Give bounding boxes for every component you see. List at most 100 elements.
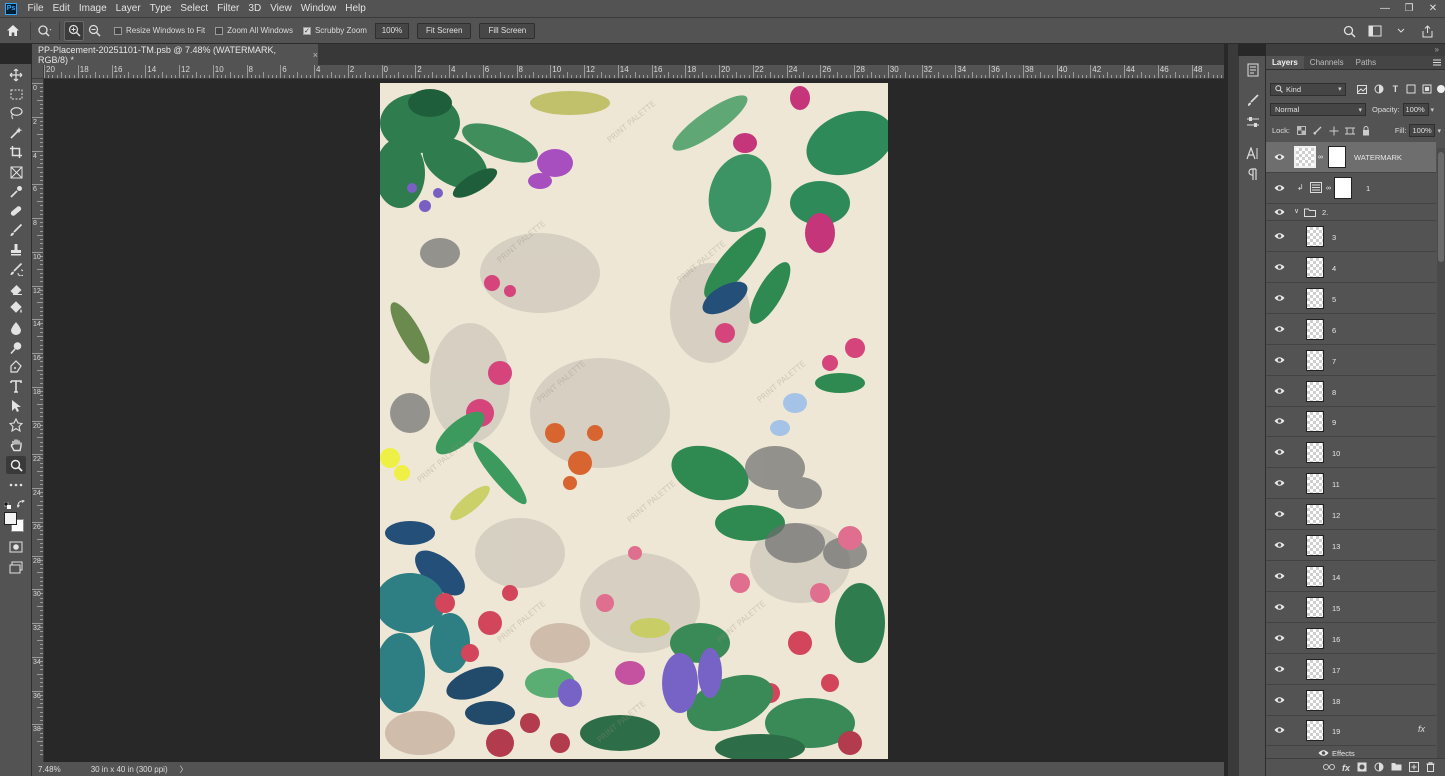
document-canvas[interactable]: PRINT PALETTE PRINT PALETTE PRINT PALETT… xyxy=(380,83,888,759)
canvas-area[interactable]: PRINT PALETTE PRINT PALETTE PRINT PALETT… xyxy=(44,79,1224,762)
close-window-icon[interactable]: ✕ xyxy=(1421,0,1445,18)
add-layer-style-icon[interactable]: fx xyxy=(1342,763,1350,773)
filter-adjustment-icon[interactable] xyxy=(1371,79,1387,99)
paint-bucket-tool-icon[interactable] xyxy=(6,299,26,317)
menu-file[interactable]: File xyxy=(23,3,48,14)
search-icon[interactable] xyxy=(1339,21,1359,41)
move-tool-icon[interactable] xyxy=(6,66,26,84)
status-menu-arrow-icon[interactable]: 〉 xyxy=(180,764,188,775)
opacity-field[interactable]: 100% xyxy=(1402,103,1429,116)
layer-row[interactable]: 15 xyxy=(1266,592,1436,623)
menu-3d[interactable]: 3D xyxy=(244,3,266,14)
visibility-eye-icon[interactable] xyxy=(1273,478,1285,488)
visibility-eye-icon[interactable] xyxy=(1273,262,1285,272)
menu-view[interactable]: View xyxy=(266,3,297,14)
hand-tool-icon[interactable] xyxy=(6,436,26,454)
layer-row[interactable]: 19 fx xyxy=(1266,715,1436,747)
scrollbar-thumb[interactable] xyxy=(1438,152,1444,262)
eyedropper-tool-icon[interactable] xyxy=(6,183,26,201)
restore-icon[interactable]: ❐ xyxy=(1397,0,1421,18)
layer-row[interactable]: 12 xyxy=(1266,499,1436,531)
chain-link-icon[interactable]: ∞ xyxy=(1326,185,1331,192)
layers-scrollbar[interactable] xyxy=(1437,148,1445,758)
home-icon[interactable] xyxy=(0,18,26,44)
filter-toggle-icon[interactable] xyxy=(1437,85,1445,93)
layer-row[interactable]: 4 xyxy=(1266,252,1436,283)
visibility-eye-icon[interactable] xyxy=(1273,509,1285,519)
tab-paths[interactable]: Paths xyxy=(1350,55,1382,69)
horizontal-ruler[interactable]: 20 18 16 14 12 10 8 6 4 2 0 2 4 6 8 10 12 14 16 18 20 22 24 26 2… xyxy=(44,65,1224,79)
status-zoom[interactable]: 7.48% xyxy=(38,765,61,774)
menu-window[interactable]: Window xyxy=(296,3,341,14)
vertical-ruler[interactable]: 0 2 4 6 8 10 12 14 16 18 20 22 24 26 28 30 32 34 36 38 xyxy=(32,79,44,762)
layer-row-watermark[interactable]: ∞ WATERMARK xyxy=(1266,142,1436,173)
menu-image[interactable]: Image xyxy=(74,3,111,14)
lock-position-icon[interactable] xyxy=(1326,121,1342,141)
layer-row[interactable]: 17 xyxy=(1266,654,1436,685)
more-tools-icon[interactable] xyxy=(6,476,26,494)
opacity-chevron-icon[interactable]: ▾ xyxy=(1431,106,1435,114)
history-brush-tool-icon[interactable] xyxy=(6,260,26,278)
zoom-out-icon[interactable] xyxy=(84,21,104,41)
visibility-eye-icon[interactable] xyxy=(1273,293,1285,303)
filter-type-icon[interactable]: T xyxy=(1387,79,1403,99)
filter-pixel-icon[interactable] xyxy=(1352,79,1372,99)
menu-layer[interactable]: Layer xyxy=(111,3,145,14)
frame-tool-icon[interactable] xyxy=(6,163,26,181)
custom-shape-tool-icon[interactable] xyxy=(6,416,26,434)
visibility-eye-icon[interactable] xyxy=(1273,231,1285,241)
lock-transparency-icon[interactable] xyxy=(1294,121,1310,141)
layer-row[interactable]: 16 xyxy=(1266,623,1436,654)
layer-row[interactable]: 7 xyxy=(1266,345,1436,376)
fill-field[interactable]: 100% xyxy=(1409,124,1436,137)
close-tab-icon[interactable]: × xyxy=(313,50,318,60)
share-icon[interactable] xyxy=(1417,21,1437,41)
default-colors-icon[interactable] xyxy=(3,501,11,509)
new-adjustment-icon[interactable] xyxy=(1374,762,1384,774)
filter-shape-icon[interactable] xyxy=(1403,79,1419,99)
menu-select[interactable]: Select xyxy=(176,3,213,14)
fill-screen-button[interactable]: Fill Screen xyxy=(479,22,536,39)
clone-stamp-tool-icon[interactable] xyxy=(6,241,26,259)
layer-row[interactable]: 9 xyxy=(1266,406,1436,438)
visibility-eye-icon[interactable] xyxy=(1273,540,1285,550)
link-layers-icon[interactable] xyxy=(1322,763,1335,773)
lock-pixels-icon[interactable] xyxy=(1310,121,1326,141)
layer-row[interactable]: 18 xyxy=(1266,685,1436,716)
chevron-down-icon[interactable] xyxy=(1391,21,1411,41)
fill-chevron-icon[interactable]: ▾ xyxy=(1437,127,1441,135)
healing-brush-tool-icon[interactable] xyxy=(6,202,26,220)
paragraph-panel-icon[interactable] xyxy=(1245,166,1261,182)
visibility-eye-icon[interactable] xyxy=(1273,416,1285,426)
menu-help[interactable]: Help xyxy=(341,3,371,14)
blur-tool-icon[interactable] xyxy=(6,319,26,337)
visibility-eye-icon[interactable] xyxy=(1273,447,1285,457)
menu-edit[interactable]: Edit xyxy=(48,3,74,14)
lock-artboard-icon[interactable] xyxy=(1342,121,1358,141)
layer-row[interactable]: 3 xyxy=(1266,221,1436,252)
chain-link-icon[interactable]: ∞ xyxy=(1318,154,1323,161)
layer-row[interactable]: 10 xyxy=(1266,437,1436,469)
document-tab[interactable]: PP-Placement-20251101-TM.psb @ 7.48% (WA… xyxy=(32,44,318,65)
visibility-eye-icon[interactable] xyxy=(1273,152,1285,162)
layer-mask-thumbnail[interactable] xyxy=(1334,177,1352,199)
visibility-eye-icon[interactable] xyxy=(1273,183,1285,193)
new-layer-icon[interactable] xyxy=(1409,761,1419,774)
layer-effects-fx-icon[interactable]: fx xyxy=(1418,724,1425,734)
filter-kind-select[interactable]: Kind ▾ xyxy=(1270,82,1346,96)
collapse-panel-icon[interactable]: » xyxy=(1435,45,1439,54)
path-selection-tool-icon[interactable] xyxy=(6,397,26,415)
zoom-tool-icon[interactable] xyxy=(6,456,26,474)
marquee-tool-icon[interactable] xyxy=(6,85,26,103)
pen-tool-icon[interactable] xyxy=(6,358,26,376)
layer-row[interactable]: 13 xyxy=(1266,530,1436,561)
adjustments-icon[interactable] xyxy=(1245,114,1261,130)
lock-all-icon[interactable] xyxy=(1358,121,1374,141)
dodge-tool-icon[interactable] xyxy=(6,339,26,357)
new-group-icon[interactable] xyxy=(1391,762,1402,773)
blend-mode-select[interactable]: Normal ▾ xyxy=(1270,103,1366,116)
fit-screen-button[interactable]: Fit Screen xyxy=(416,22,472,39)
visibility-eye-icon[interactable] xyxy=(1273,695,1285,705)
minimize-icon[interactable]: — xyxy=(1373,0,1397,18)
visibility-eye-icon[interactable] xyxy=(1273,355,1285,365)
